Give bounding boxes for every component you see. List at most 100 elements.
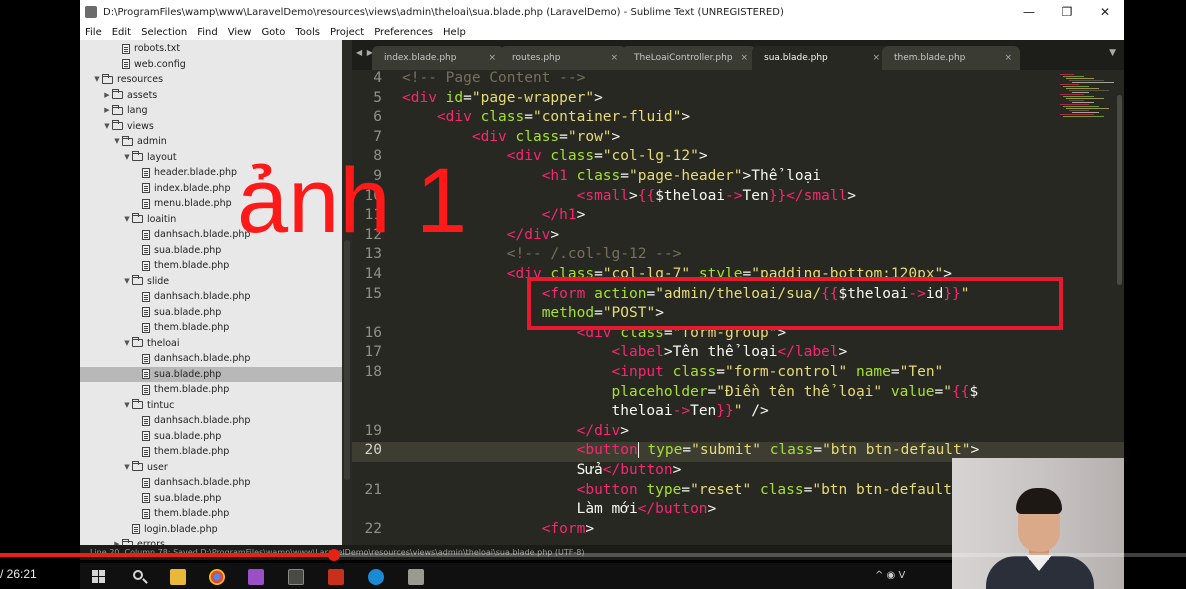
code-line[interactable]: <button type="reset" class="btn btn-defa… [402, 482, 970, 498]
code-token: </div [506, 226, 551, 243]
menu-selection[interactable]: Selection [136, 27, 192, 38]
file-icon [142, 508, 150, 519]
close-icon[interactable]: × [1004, 53, 1012, 63]
sidebar-file[interactable]: danhsach.blade.php [80, 475, 342, 490]
sidebar-scroll-thumb[interactable] [344, 240, 350, 480]
system-tray[interactable]: ^ ◉ V [875, 570, 905, 581]
menu-edit[interactable]: Edit [107, 27, 136, 38]
menu-help[interactable]: Help [438, 27, 471, 38]
sidebar-file[interactable]: them.blade.php [80, 506, 342, 521]
chevron-down-icon[interactable]: ▼ [122, 460, 132, 475]
tab-dropdown-icon[interactable]: ▼ [1109, 48, 1116, 58]
sidebar-folder[interactable]: ▼ tintuc [80, 398, 342, 413]
sidebar-file[interactable]: danhsach.blade.php [80, 289, 342, 304]
file-icon [142, 477, 150, 488]
sidebar-file[interactable]: them.blade.php [80, 382, 342, 397]
code-line[interactable]: Làm mới</button> [402, 501, 717, 517]
close-icon[interactable]: × [872, 53, 880, 63]
minimap-line [1063, 96, 1094, 97]
sidebar-folder[interactable]: ▶ lang [80, 103, 342, 118]
filezilla-icon[interactable] [328, 569, 344, 585]
sidebar-folder[interactable]: ▼ theloai [80, 336, 342, 351]
code-token: = [707, 383, 717, 400]
sidebar-file[interactable]: danhsach.blade.php [80, 351, 342, 366]
sidebar-file[interactable]: them.blade.php [80, 444, 342, 459]
chevron-down-icon[interactable]: ▼ [112, 134, 122, 149]
sidebar-file[interactable]: sua.blade.php [80, 429, 342, 444]
sidebar-item-label: them.blade.php [154, 260, 230, 271]
sidebar-folder[interactable]: ▼ views [80, 119, 342, 134]
chevron-down-icon[interactable]: ▼ [122, 274, 132, 289]
maximize-button[interactable]: ❐ [1048, 0, 1086, 24]
menu-tools[interactable]: Tools [290, 27, 325, 38]
sidebar-folder[interactable]: ▼ user [80, 460, 342, 475]
sidebar-folder[interactable]: ▶ assets [80, 88, 342, 103]
sidebar-scrollbar[interactable] [342, 40, 352, 545]
chevron-down-icon[interactable]: ▼ [102, 119, 112, 134]
menu-goto[interactable]: Goto [256, 27, 290, 38]
chevron-right-icon[interactable]: ▶ [112, 537, 122, 545]
chevron-down-icon[interactable]: ▼ [122, 336, 132, 351]
chevron-right-icon[interactable]: ▶ [102, 88, 112, 103]
sidebar-file[interactable]: sua.blade.php [80, 366, 342, 382]
sidebar-folder[interactable]: ▶ errors [80, 537, 342, 545]
menu-preferences[interactable]: Preferences [369, 27, 438, 38]
code-line[interactable]: </div> [402, 423, 629, 439]
sublime-icon[interactable] [288, 569, 304, 585]
sidebar-file[interactable]: them.blade.php [80, 258, 342, 273]
menu-project[interactable]: Project [325, 27, 369, 38]
chevron-down-icon[interactable]: ▼ [122, 398, 132, 413]
folder-icon [132, 461, 143, 471]
sidebar-folder[interactable]: ▼ resources [80, 72, 342, 87]
minimize-button[interactable]: — [1010, 0, 1048, 24]
chevron-down-icon[interactable]: ▼ [122, 212, 132, 227]
search-icon[interactable] [133, 570, 143, 580]
sidebar-file[interactable]: web.config [80, 57, 342, 72]
tab-them-blade-php[interactable]: them.blade.php × [882, 46, 1020, 70]
code-line[interactable]: <label>Tên thể loại</label> [402, 344, 848, 361]
code-line[interactable]: <input class="form-control" name="Ten" [402, 364, 944, 380]
skype-icon[interactable] [368, 569, 384, 585]
code-line[interactable]: <div class="container-fluid"> [402, 109, 690, 125]
sidebar-item-label: sua.blade.php [154, 244, 222, 256]
windows-start-icon[interactable] [92, 570, 105, 583]
chevron-down-icon[interactable]: ▼ [122, 150, 132, 165]
tab-theloaicontroller-php[interactable]: TheLoaiController.php × [622, 46, 756, 70]
sidebar-folder[interactable]: ▼ admin [80, 134, 342, 149]
menu-find[interactable]: Find [192, 27, 223, 38]
code-line[interactable]: <button type="submit" class="btn btn-def… [402, 442, 979, 459]
code-line[interactable]: <div id="page-wrapper"> [402, 90, 603, 106]
app-icon[interactable] [248, 569, 264, 585]
code-line[interactable]: theloai->Ten}}" /> [402, 403, 769, 419]
code-line[interactable]: <form> [402, 521, 594, 537]
app-icon[interactable] [408, 569, 424, 585]
sidebar-folder[interactable]: ▼ slide [80, 274, 342, 289]
sidebar-file[interactable]: login.blade.php [80, 522, 342, 537]
sidebar-file[interactable]: sua.blade.php [80, 491, 342, 506]
chrome-icon[interactable] [209, 569, 225, 585]
chevron-right-icon[interactable]: ▶ [102, 103, 112, 118]
code-line[interactable]: <!-- Page Content --> [402, 70, 585, 86]
code-line[interactable]: Sửa</button> [402, 462, 682, 478]
editor-scroll-thumb[interactable] [1117, 95, 1122, 285]
close-icon[interactable]: × [488, 53, 496, 63]
tab-routes-php[interactable]: routes.php × [500, 46, 626, 70]
menu-file[interactable]: File [80, 27, 107, 38]
sidebar-file[interactable]: sua.blade.php [80, 305, 342, 320]
sidebar-file[interactable]: them.blade.php [80, 320, 342, 335]
menu-view[interactable]: View [223, 27, 257, 38]
file-explorer-icon[interactable] [170, 569, 186, 585]
sidebar-file[interactable]: robots.txt [80, 41, 342, 56]
close-button[interactable]: ✕ [1086, 0, 1124, 24]
code-line[interactable]: placeholder="Điền tên thể loại" value="{… [402, 383, 979, 400]
code-line[interactable]: <div class="row"> [402, 129, 620, 145]
chevron-down-icon[interactable]: ▼ [92, 72, 102, 87]
sidebar-file[interactable]: danhsach.blade.php [80, 413, 342, 428]
close-icon[interactable]: × [740, 53, 748, 63]
code-token: >Tên thể loại [663, 344, 778, 361]
code-line[interactable]: <small>{{$theloai->Ten}}</small> [402, 188, 856, 204]
tab-index-blade-php[interactable]: index.blade.php × [372, 46, 504, 70]
close-icon[interactable]: × [610, 53, 618, 63]
tab-sua-blade-php[interactable]: sua.blade.php × [752, 46, 888, 70]
